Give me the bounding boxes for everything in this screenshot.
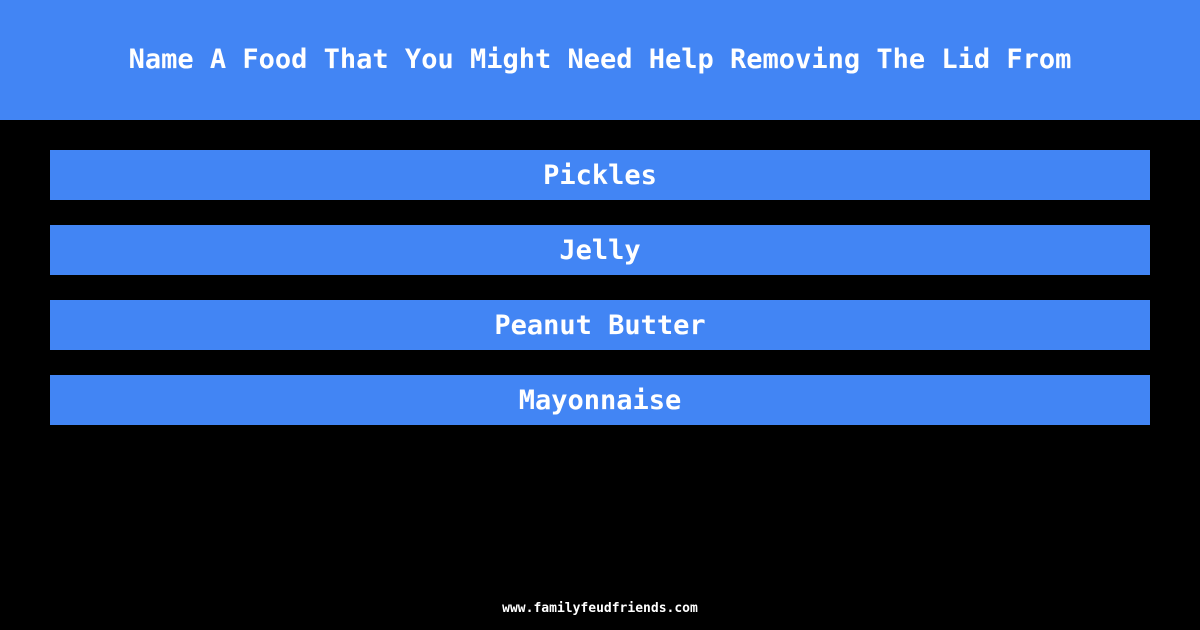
answer-label: Jelly: [559, 234, 641, 266]
answers-list: Pickles Jelly Peanut Butter Mayonnaise: [0, 120, 1200, 630]
answer-row[interactable]: Pickles: [50, 150, 1150, 200]
answer-label: Peanut Butter: [494, 309, 706, 341]
site-url[interactable]: www.familyfeudfriends.com: [502, 601, 698, 616]
answer-row[interactable]: Peanut Butter: [50, 300, 1150, 350]
answer-label: Mayonnaise: [518, 384, 682, 416]
answer-label: Pickles: [543, 159, 657, 191]
family-feud-question-card: Name A Food That You Might Need Help Rem…: [0, 0, 1200, 630]
answer-row[interactable]: Mayonnaise: [50, 375, 1150, 425]
question-text: Name A Food That You Might Need Help Rem…: [128, 44, 1072, 76]
footer: www.familyfeudfriends.com: [0, 597, 1200, 616]
answer-row[interactable]: Jelly: [50, 225, 1150, 275]
question-banner: Name A Food That You Might Need Help Rem…: [0, 0, 1200, 120]
